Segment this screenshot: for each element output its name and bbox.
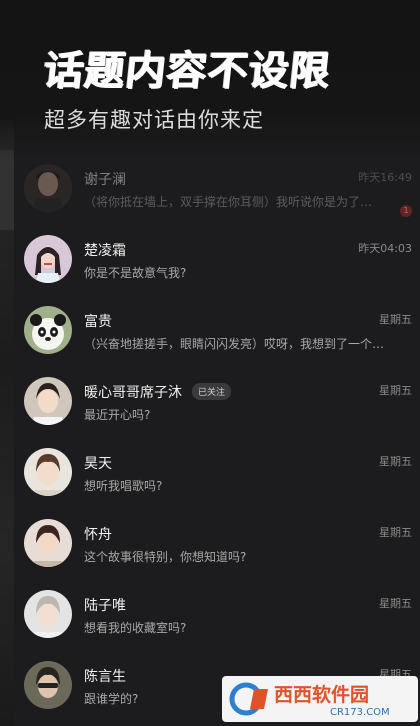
chat-preview: （将你抵在墙上，双手撑在你耳侧）我听说你是为了… <box>84 195 373 209</box>
chat-time: 昨天16:49 <box>358 171 412 184</box>
watermark-url: CR173.COM <box>330 707 390 718</box>
chat-preview: 最近开心吗? <box>84 408 151 422</box>
avatar <box>24 518 72 567</box>
chat-time: 星期五 <box>379 313 412 326</box>
avatar <box>24 660 72 709</box>
promo-header: 话题内容不设限 超多有趣对话由你来定 <box>0 0 420 160</box>
chat-name: 陈言生 <box>84 669 126 685</box>
chat-row-6[interactable]: 陆子唯 想看我的收藏室吗? 星期五 <box>14 578 420 649</box>
chat-row-3[interactable]: 暖心哥哥席子沐 已关注 最近开心吗? 星期五 <box>14 365 420 436</box>
chat-name: 暖心哥哥席子沐 已关注 <box>84 382 232 402</box>
watermark-logo-icon <box>229 682 268 716</box>
followed-badge: 已关注 <box>192 383 232 400</box>
promo-subtitle: 超多有趣对话由你来定 <box>44 108 264 132</box>
avatar <box>24 447 72 496</box>
chat-preview: 你是不是故意气我? <box>84 266 187 280</box>
chat-row-5[interactable]: 怀舟 这个故事很特别，你想知道吗? 星期五 <box>14 507 420 578</box>
chat-name: 富贵 <box>84 314 112 330</box>
watermark-brand: 西西软件园 <box>274 683 369 706</box>
chat-name: 谢子澜 <box>84 172 126 188</box>
unread-badge: 1 <box>400 205 412 217</box>
chat-time: 星期五 <box>379 597 412 610</box>
avatar <box>24 305 72 354</box>
chat-time: 星期五 <box>379 526 412 539</box>
chat-time: 星期五 <box>379 384 412 397</box>
chat-row-1[interactable]: 楚凌霜 你是不是故意气我? 昨天04:03 <box>14 223 420 294</box>
site-watermark: 西西软件园 CR173.COM <box>222 676 418 722</box>
avatar <box>24 376 72 425</box>
chat-row-0[interactable]: 谢子澜 （将你抵在墙上，双手撑在你耳侧）我听说你是为了… 昨天16:49 1 <box>14 152 420 223</box>
chat-name: 陆子唯 <box>84 598 126 614</box>
avatar <box>24 234 72 283</box>
chat-preview: 这个故事很特别，你想知道吗? <box>84 550 247 564</box>
chat-name-text: 暖心哥哥席子沐 <box>84 385 182 401</box>
chat-name: 楚凌霜 <box>84 243 126 259</box>
chat-preview: 想看我的收藏室吗? <box>84 621 187 635</box>
chat-preview: （兴奋地搓搓手，眼睛闪闪发亮）哎呀，我想到了一个… <box>84 337 384 351</box>
chat-name: 怀舟 <box>84 527 112 543</box>
background-strip <box>0 120 14 726</box>
chat-row-4[interactable]: 昊天 想听我唱歌吗? 星期五 <box>14 436 420 507</box>
avatar <box>24 163 72 212</box>
chat-row-2[interactable]: 富贵 （兴奋地搓搓手，眼睛闪闪发亮）哎呀，我想到了一个… 星期五 <box>14 294 420 365</box>
chat-preview: 想听我唱歌吗? <box>84 479 163 493</box>
promo-title: 话题内容不设限 <box>41 48 333 94</box>
chat-time: 星期五 <box>379 455 412 468</box>
chat-list: 谢子澜 （将你抵在墙上，双手撑在你耳侧）我听说你是为了… 昨天16:49 1 楚… <box>14 150 420 720</box>
chat-time: 昨天04:03 <box>358 242 412 255</box>
watermark-text: 西西软件园 CR173.COM <box>274 683 390 718</box>
chat-name: 昊天 <box>84 456 112 472</box>
avatar <box>24 589 72 638</box>
